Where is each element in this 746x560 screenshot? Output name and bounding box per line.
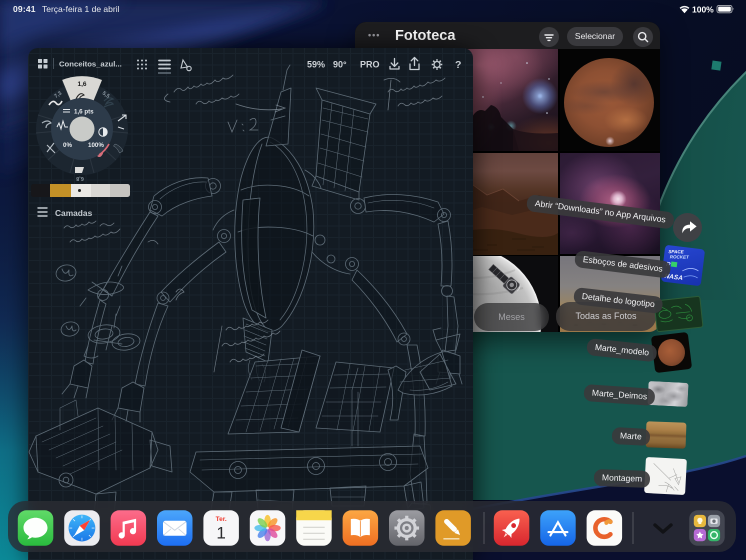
svg-text:90°: 90° — [333, 60, 347, 70]
svg-text:1,6: 1,6 — [77, 81, 86, 88]
svg-text:59%: 59% — [307, 60, 325, 70]
svg-text:?: ? — [455, 59, 461, 71]
svg-text:100%: 100% — [692, 5, 714, 14]
svg-text:1: 1 — [216, 523, 225, 542]
svg-text:6,8: 6,8 — [76, 175, 84, 181]
svg-text:PRO: PRO — [360, 60, 380, 70]
svg-text:1,6 pts: 1,6 pts — [74, 109, 94, 116]
svg-text:Conceitos_azul...: Conceitos_azul... — [59, 60, 122, 69]
svg-text:ROCKET: ROCKET — [670, 254, 690, 259]
svg-text:0%: 0% — [63, 142, 72, 149]
svg-text:Camadas: Camadas — [55, 208, 93, 218]
svg-text:100%: 100% — [88, 142, 104, 149]
svg-text:Ter.: Ter. — [216, 516, 227, 523]
